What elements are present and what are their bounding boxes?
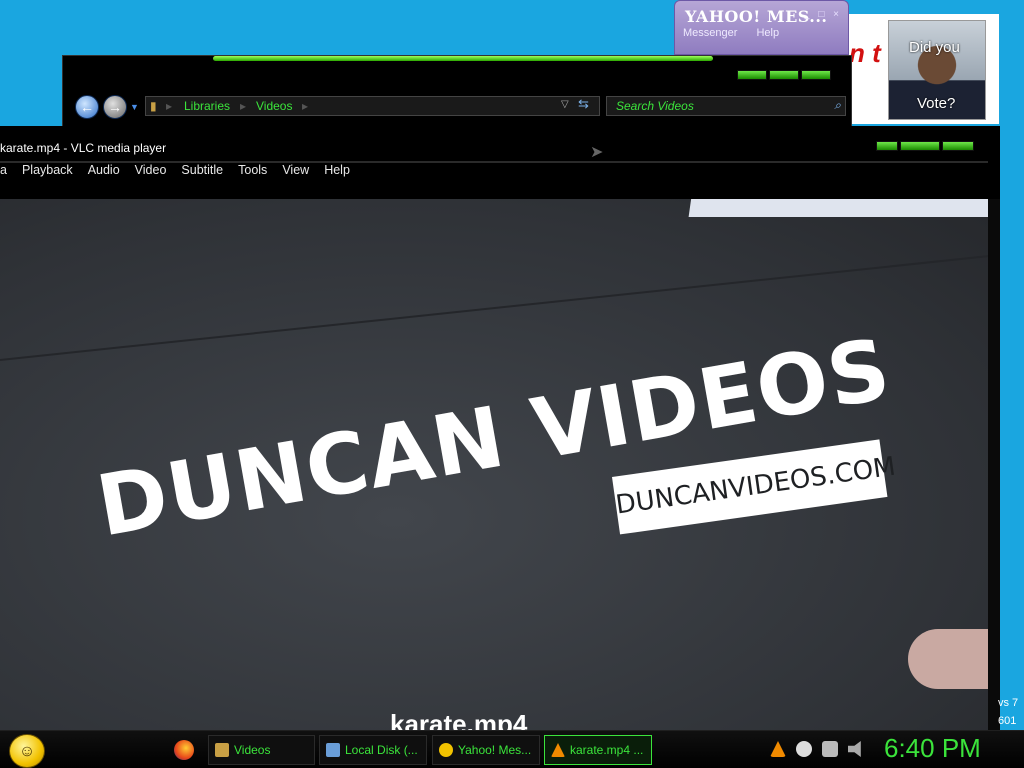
video-title-text: DUNCAN VIDEOS bbox=[90, 319, 898, 556]
video-frame[interactable]: DUNCAN VIDEOS DUNCANVIDEOS.COM karate.mp… bbox=[0, 199, 988, 730]
menu-audio[interactable]: Audio bbox=[88, 163, 120, 183]
version-line1: vs 7 bbox=[998, 697, 1019, 709]
vlc-minimize-button[interactable] bbox=[876, 141, 898, 151]
back-button[interactable]: ← bbox=[75, 95, 99, 119]
start-button[interactable]: ☺ bbox=[9, 734, 45, 768]
taskbar-item-label: Yahoo! Mes... bbox=[458, 743, 532, 757]
window-title: karate.mp4 - VLC media player bbox=[0, 141, 167, 155]
vlc-tray-icon[interactable] bbox=[770, 741, 786, 757]
taskbar-item-videos[interactable]: Videos bbox=[208, 735, 315, 765]
taskbar-item-yahoo[interactable]: Yahoo! Mes... bbox=[432, 735, 540, 765]
ad-red-text: n t bbox=[849, 38, 881, 68]
ad-text-line1: Did you bbox=[909, 39, 960, 56]
folder-icon bbox=[215, 743, 229, 757]
forward-button[interactable]: → bbox=[103, 95, 127, 119]
menu-media[interactable]: a bbox=[0, 163, 7, 183]
refresh-icon[interactable]: ⇆ bbox=[578, 96, 589, 112]
vlc-window-controls bbox=[876, 141, 974, 151]
taskbar-item-label: karate.mp4 ... bbox=[570, 743, 644, 757]
explorer-window: ← → ▼ ▮ ▸ Libraries ▸ Videos ▸ ▽ ⇆ Searc… bbox=[62, 55, 853, 131]
system-tray bbox=[770, 741, 864, 757]
search-icon[interactable]: ⌕ bbox=[834, 98, 841, 113]
menu-playback[interactable]: Playback bbox=[22, 163, 73, 183]
status-icon[interactable] bbox=[796, 741, 812, 757]
explorer-window-controls bbox=[737, 70, 831, 80]
search-placeholder: Search Videos bbox=[616, 99, 694, 113]
video-subtitle: karate.mp4 bbox=[390, 709, 528, 730]
video-hand bbox=[908, 629, 988, 689]
network-icon[interactable] bbox=[822, 741, 838, 757]
yahoo-menu-messenger[interactable]: Messenger bbox=[683, 27, 737, 39]
minimize-button[interactable] bbox=[737, 70, 767, 80]
history-dropdown-icon[interactable]: ▼ bbox=[130, 102, 139, 112]
windows-version-badge: vs 7 601 bbox=[998, 694, 1018, 730]
menu-video[interactable]: Video bbox=[135, 163, 167, 183]
chevron-right-icon: ▸ bbox=[240, 99, 247, 113]
vlc-menu-bar: a Playback Audio Video Subtitle Tools Vi… bbox=[0, 163, 350, 183]
volume-icon[interactable] bbox=[848, 741, 861, 757]
mouse-cursor-icon: ➤ bbox=[590, 144, 604, 161]
vlc-cone-icon bbox=[551, 743, 565, 757]
close-button[interactable] bbox=[801, 70, 831, 80]
menu-view[interactable]: View bbox=[282, 163, 309, 183]
menu-help[interactable]: Help bbox=[324, 163, 350, 183]
video-mat bbox=[688, 199, 988, 217]
taskbar-item-vlc[interactable]: karate.mp4 ... bbox=[544, 735, 652, 765]
yahoo-menu-bar: Messenger Help bbox=[683, 27, 795, 39]
taskbar-item-local-disk[interactable]: Local Disk (... bbox=[319, 735, 427, 765]
address-bar[interactable]: ▮ ▸ Libraries ▸ Videos ▸ ▽ bbox=[145, 96, 600, 116]
yahoo-smiley-icon bbox=[439, 743, 453, 757]
vlc-close-button[interactable] bbox=[942, 141, 974, 151]
breadcrumb-videos[interactable]: Videos bbox=[256, 99, 292, 113]
yahoo-messenger-window[interactable]: YAHOO! MES... _ □ × Messenger Help bbox=[674, 0, 849, 55]
ad-text-line2: Vote? bbox=[917, 95, 956, 112]
chevron-right-icon: ▸ bbox=[302, 99, 309, 113]
vlc-side-strip bbox=[988, 199, 1000, 730]
yahoo-window-controls[interactable]: _ □ × bbox=[804, 9, 842, 20]
yahoo-menu-help[interactable]: Help bbox=[756, 27, 779, 39]
taskbar-item-label: Local Disk (... bbox=[345, 743, 418, 757]
ad-photo[interactable]: Did you Vote? bbox=[888, 20, 986, 120]
breadcrumb-libraries[interactable]: Libraries bbox=[184, 99, 230, 113]
vlc-maximize-button[interactable] bbox=[900, 141, 940, 151]
menu-subtitle[interactable]: Subtitle bbox=[181, 163, 223, 183]
folder-icon: ▮ bbox=[150, 99, 157, 113]
drive-icon bbox=[326, 743, 340, 757]
firefox-icon[interactable] bbox=[174, 740, 194, 760]
maximize-button[interactable] bbox=[769, 70, 799, 80]
explorer-title-glow bbox=[213, 56, 713, 61]
chevron-down-icon[interactable]: ▽ bbox=[561, 99, 569, 110]
taskbar: ☺ Videos Local Disk (... Yahoo! Mes... k… bbox=[0, 730, 1024, 768]
taskbar-item-label: Videos bbox=[234, 743, 271, 757]
chevron-right-icon: ▸ bbox=[166, 99, 173, 113]
search-input[interactable]: Search Videos ⌕ bbox=[606, 96, 846, 116]
clock[interactable]: 6:40 PM bbox=[884, 733, 981, 764]
version-line2: 601 bbox=[998, 715, 1017, 727]
menu-tools[interactable]: Tools bbox=[238, 163, 267, 183]
